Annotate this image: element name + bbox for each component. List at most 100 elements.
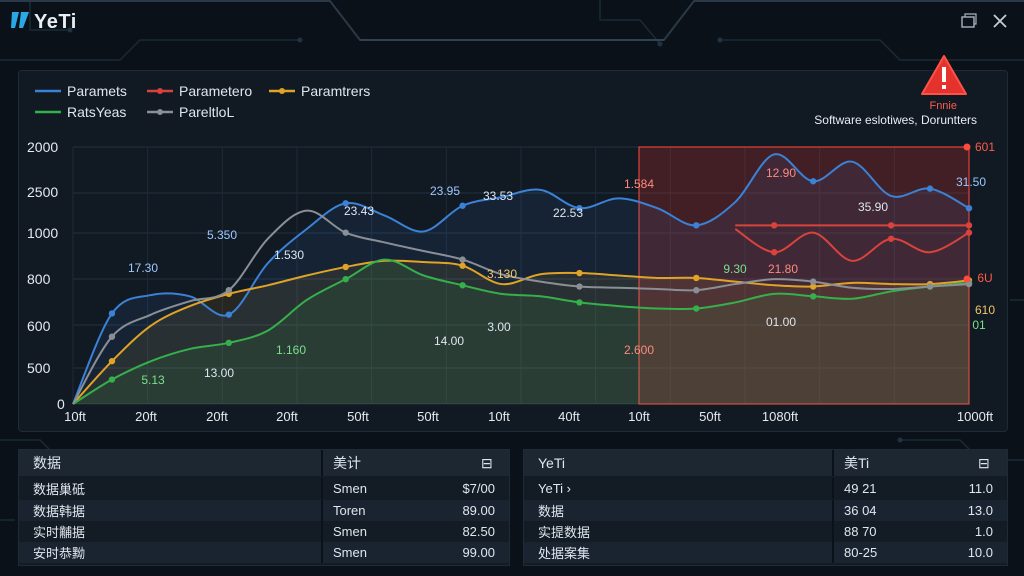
data-point: [693, 305, 700, 312]
close-icon: [993, 14, 1007, 28]
data-label: 14.00: [434, 334, 464, 348]
data-label: 12.90: [766, 166, 796, 180]
data-point: [693, 274, 700, 282]
data-point: [342, 275, 349, 283]
data-point: [693, 222, 700, 229]
data-point: [342, 263, 349, 271]
table-cell: $7/00: [462, 481, 495, 496]
data-point: [342, 229, 349, 236]
data-point: [771, 222, 778, 229]
window-restore-button[interactable]: [958, 10, 980, 32]
data-label: 23.43: [344, 204, 374, 218]
table-row[interactable]: 数据巢砥 Smen $7/00: [19, 478, 509, 499]
data-point: [926, 283, 934, 290]
column-header[interactable]: 美计: [333, 450, 361, 476]
title-bar-frame: [0, 0, 1024, 41]
data-label: 6U: [977, 271, 992, 285]
column-divider: [832, 500, 834, 521]
data-point: [108, 357, 116, 365]
x-tick-label: 10ft: [64, 409, 86, 424]
x-tick-label: 1080ft: [761, 409, 799, 424]
data-point: [225, 339, 233, 347]
table-cell: 安时恭黝: [33, 546, 86, 561]
table-cell: 89.00: [462, 503, 495, 518]
data-label: 35.90: [858, 200, 888, 214]
data-label: 601: [975, 140, 995, 154]
data-label: 31.50: [956, 175, 986, 189]
column-header[interactable]: ⊟: [978, 450, 990, 476]
table-cell: 88 70: [844, 524, 877, 539]
data-point: [459, 262, 466, 269]
column-divider: [321, 450, 323, 476]
data-label: 01: [972, 318, 986, 332]
table-cell: 数据巢砥: [33, 482, 86, 497]
column-divider: [321, 521, 323, 542]
table-row[interactable]: 数据韩据 Toren 89.00: [19, 500, 509, 521]
table-header: 数据 美计 ⊟: [19, 450, 509, 476]
data-point: [693, 286, 700, 294]
table-cell: 数据韩据: [33, 504, 86, 519]
data-label: 1.160: [276, 343, 306, 357]
data-point: [809, 178, 817, 185]
table-row[interactable]: 实时黼据 Smen 82.50: [19, 521, 509, 542]
table-row[interactable]: YeTi › 49 21 11.0: [524, 478, 1007, 499]
table-row[interactable]: 处据案集 80-25 10.0: [524, 542, 1007, 563]
table-cell: 1.0: [974, 524, 993, 539]
data-point: [809, 278, 817, 285]
x-tick-label: 40ft: [558, 409, 580, 424]
close-button[interactable]: [989, 10, 1011, 32]
data-point: [108, 310, 116, 317]
data-point: [459, 282, 466, 289]
column-header[interactable]: 美Ti: [844, 450, 869, 476]
table-row[interactable]: 数据 36 04 13.0: [524, 500, 1007, 521]
table-header: YeTi 美Ti ⊟: [524, 450, 1007, 476]
table-row[interactable]: 安时恭黝 Smen 99.00: [19, 542, 509, 563]
table-cell: YeTi ›: [538, 481, 571, 496]
table-cell: 36 04: [844, 503, 877, 518]
table-cell: 11.0: [968, 481, 993, 496]
data-label: 610: [975, 303, 995, 317]
column-divider: [832, 542, 834, 563]
column-header[interactable]: YeTi: [538, 450, 565, 476]
table-cell: 实时黼据: [33, 525, 86, 540]
table-cell: 数据: [538, 504, 565, 519]
table-cell: 10.0: [967, 545, 993, 560]
x-tick-label: 20ft: [135, 409, 157, 424]
table-cell: Smen: [333, 524, 367, 539]
data-label: 01.00: [766, 315, 796, 329]
data-label: 9.30: [723, 262, 747, 276]
table-cell: 13.0: [967, 503, 993, 518]
window-restore-icon: [961, 13, 977, 28]
data-table-left: 数据 美计 ⊟ 数据巢砥 Smen $7/00 数据韩据 Toren 89.00…: [18, 449, 510, 566]
table-row[interactable]: 实提数据 88 70 1.0: [524, 521, 1007, 542]
data-point: [965, 222, 973, 229]
data-point: [809, 293, 817, 300]
column-divider: [832, 521, 834, 542]
table-cell: 实提数据: [538, 525, 591, 540]
data-label: 23.95: [430, 184, 460, 198]
highlight-marker: [963, 143, 971, 151]
x-tick-label: 10ft: [628, 409, 650, 424]
data-point: [965, 229, 973, 236]
data-point: [225, 286, 233, 294]
table-cell: Toren: [333, 503, 366, 518]
x-tick-label: 20ft: [276, 409, 298, 424]
table-cell: 49 21: [844, 481, 877, 496]
data-label: 5.13: [141, 373, 165, 387]
line-chart: 17.30 5.350 1.530 23.43 23.95 33.53 22.53 1.584…: [72, 140, 995, 405]
x-tick-label: 50ft: [347, 409, 369, 424]
x-tick-label: 50ft: [699, 409, 721, 424]
data-point: [576, 299, 583, 306]
column-divider: [832, 478, 834, 499]
column-header[interactable]: ⊟: [481, 450, 493, 476]
column-header[interactable]: 数据: [33, 450, 61, 476]
column-divider: [321, 542, 323, 563]
data-label: 33.53: [483, 189, 513, 203]
chart-panel: Paramets Parametero Paramtrers RatsYeas …: [18, 55, 1008, 432]
x-tick-label: 1000ft: [956, 409, 994, 424]
data-point: [887, 222, 895, 229]
data-point: [108, 376, 116, 383]
data-label: 22.53: [553, 206, 583, 220]
data-point: [459, 202, 466, 209]
column-divider: [832, 450, 834, 476]
